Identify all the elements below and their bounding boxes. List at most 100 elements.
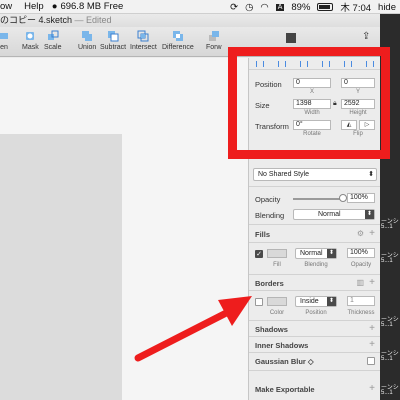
scale-button[interactable]: Scale	[44, 30, 62, 51]
scale-label: Scale	[44, 44, 62, 51]
divider	[249, 224, 381, 225]
opacity-label: Opacity	[255, 195, 281, 204]
subtract-button[interactable]: Subtract	[100, 30, 126, 51]
intersect-button[interactable]: Intersect	[130, 30, 157, 51]
add-shadow-icon[interactable]: +	[369, 324, 375, 334]
wifi-icon[interactable]: ◠	[260, 2, 268, 13]
divider	[249, 274, 381, 275]
gaussian-blur-checkbox[interactable]	[367, 357, 375, 365]
add-fill-icon[interactable]: +	[369, 229, 375, 239]
mask-icon	[26, 32, 35, 40]
chevron-updown-icon: ⬍	[365, 210, 374, 219]
shadows-heading: Shadows	[255, 325, 288, 334]
forward-icon	[208, 31, 219, 41]
opacity-slider[interactable]	[293, 198, 343, 200]
strip-text: 5...1	[381, 258, 393, 264]
border-position-sublabel: Position	[305, 310, 327, 316]
battery-icon[interactable]	[317, 3, 334, 11]
union-label: Union	[78, 44, 97, 51]
chevron-updown-icon: ⬍	[368, 171, 374, 178]
toolbar-item-label: en	[0, 44, 8, 51]
mask-label: Mask	[22, 44, 39, 51]
trash-icon[interactable]: ▥	[356, 278, 364, 287]
fill-blending-select[interactable]: Normal ⬍	[295, 248, 337, 259]
fill-color-swatch[interactable]	[267, 249, 287, 258]
divider	[249, 336, 381, 337]
add-border-icon[interactable]: +	[369, 278, 375, 288]
fill-sublabel: Fill	[273, 262, 281, 268]
border-position-select[interactable]: Inside ⬍	[295, 296, 337, 307]
export-icon[interactable]: ⇪	[362, 31, 370, 42]
divider	[249, 370, 381, 371]
inner-shadows-heading: Inner Shadows	[255, 341, 309, 350]
gaussian-blur-select[interactable]: Gaussian Blur ◇	[255, 357, 314, 366]
time-machine-icon[interactable]: ◷	[245, 2, 253, 13]
union-icon	[82, 31, 93, 41]
borders-heading: Borders	[255, 279, 284, 288]
toolbar-item-0[interactable]: en	[0, 30, 10, 51]
border-color-swatch[interactable]	[267, 297, 287, 306]
battery-percent: 89%	[291, 1, 311, 13]
border-color-sublabel: Color	[269, 310, 285, 316]
tool-icon	[0, 33, 8, 39]
strip-text: 5...1	[381, 390, 393, 396]
a-menu-icon[interactable]: A	[275, 3, 285, 11]
border-thickness-sublabel: Thickness	[347, 310, 375, 316]
subtract-label: Subtract	[100, 44, 127, 51]
menu-bar: ow Help ● 696.8 MB Free ⟳ ◷ ◠ A 89% 木 7:…	[0, 0, 400, 14]
menu-item-help[interactable]: Help	[18, 1, 50, 12]
scale-icon	[47, 30, 59, 40]
edited-status: — Edited	[74, 15, 112, 25]
divider	[249, 242, 381, 243]
intersect-label: Intersect	[130, 44, 157, 51]
fill-opacity-sublabel: Opacity	[350, 262, 372, 268]
add-inner-shadow-icon[interactable]: +	[369, 340, 375, 350]
user-name[interactable]: hide	[378, 2, 396, 13]
divider	[249, 320, 381, 321]
view-icon[interactable]	[286, 33, 296, 43]
canvas[interactable]	[0, 58, 248, 400]
border-thickness-field[interactable]: 1	[347, 296, 375, 306]
clock[interactable]: 木 7:04	[340, 0, 371, 14]
intersect-icon	[137, 30, 149, 42]
document-title: のコピー 4.sketch	[0, 15, 73, 25]
forward-button[interactable]: Forw	[206, 30, 222, 51]
shared-style-value: No Shared Style	[258, 171, 309, 178]
subtract-icon	[108, 31, 119, 42]
sync-icon[interactable]: ⟳	[230, 2, 238, 13]
make-exportable-heading: Make Exportable	[255, 385, 315, 394]
forward-label: Forw	[206, 44, 222, 51]
add-export-icon[interactable]: +	[369, 384, 375, 394]
strip-text: 5...1	[381, 224, 393, 230]
fill-blending-value: Normal	[300, 250, 323, 257]
blending-select[interactable]: Normal ⬍	[293, 209, 375, 220]
fill-blending-sublabel: Blending	[304, 262, 328, 268]
union-button[interactable]: Union	[78, 30, 96, 51]
artboard[interactable]	[0, 134, 122, 400]
opacity-slider-knob[interactable]	[339, 194, 347, 202]
border-enabled-checkbox[interactable]	[255, 298, 263, 306]
mask-button[interactable]: Mask	[22, 30, 39, 51]
memory-free: 696.8 MB Free	[60, 1, 124, 12]
window-title-bar: のコピー 4.sketch — Edited	[0, 14, 380, 27]
blending-label: Blending	[255, 211, 285, 220]
difference-icon	[172, 31, 183, 41]
memory-icon: ●	[51, 1, 58, 12]
divider	[249, 186, 381, 187]
fills-heading: Fills	[255, 230, 271, 239]
blending-value: Normal	[318, 211, 341, 218]
menu-item-window[interactable]: ow	[0, 1, 18, 12]
chevron-updown-icon: ⬍	[327, 249, 336, 258]
fill-enabled-checkbox[interactable]: ✓	[255, 250, 263, 258]
strip-text: 5...1	[381, 356, 393, 362]
border-position-value: Inside	[300, 298, 319, 305]
gear-icon[interactable]: ⚙	[357, 229, 364, 238]
opacity-field[interactable]: 100%	[347, 193, 375, 203]
shared-style-select[interactable]: No Shared Style ⬍	[253, 168, 377, 181]
strip-text: 5...1	[381, 322, 393, 328]
chevron-updown-icon: ⬍	[327, 297, 336, 306]
divider	[249, 352, 381, 353]
fill-opacity-field[interactable]: 100%	[347, 248, 375, 258]
difference-button[interactable]: Difference	[162, 30, 194, 51]
divider	[249, 290, 381, 291]
